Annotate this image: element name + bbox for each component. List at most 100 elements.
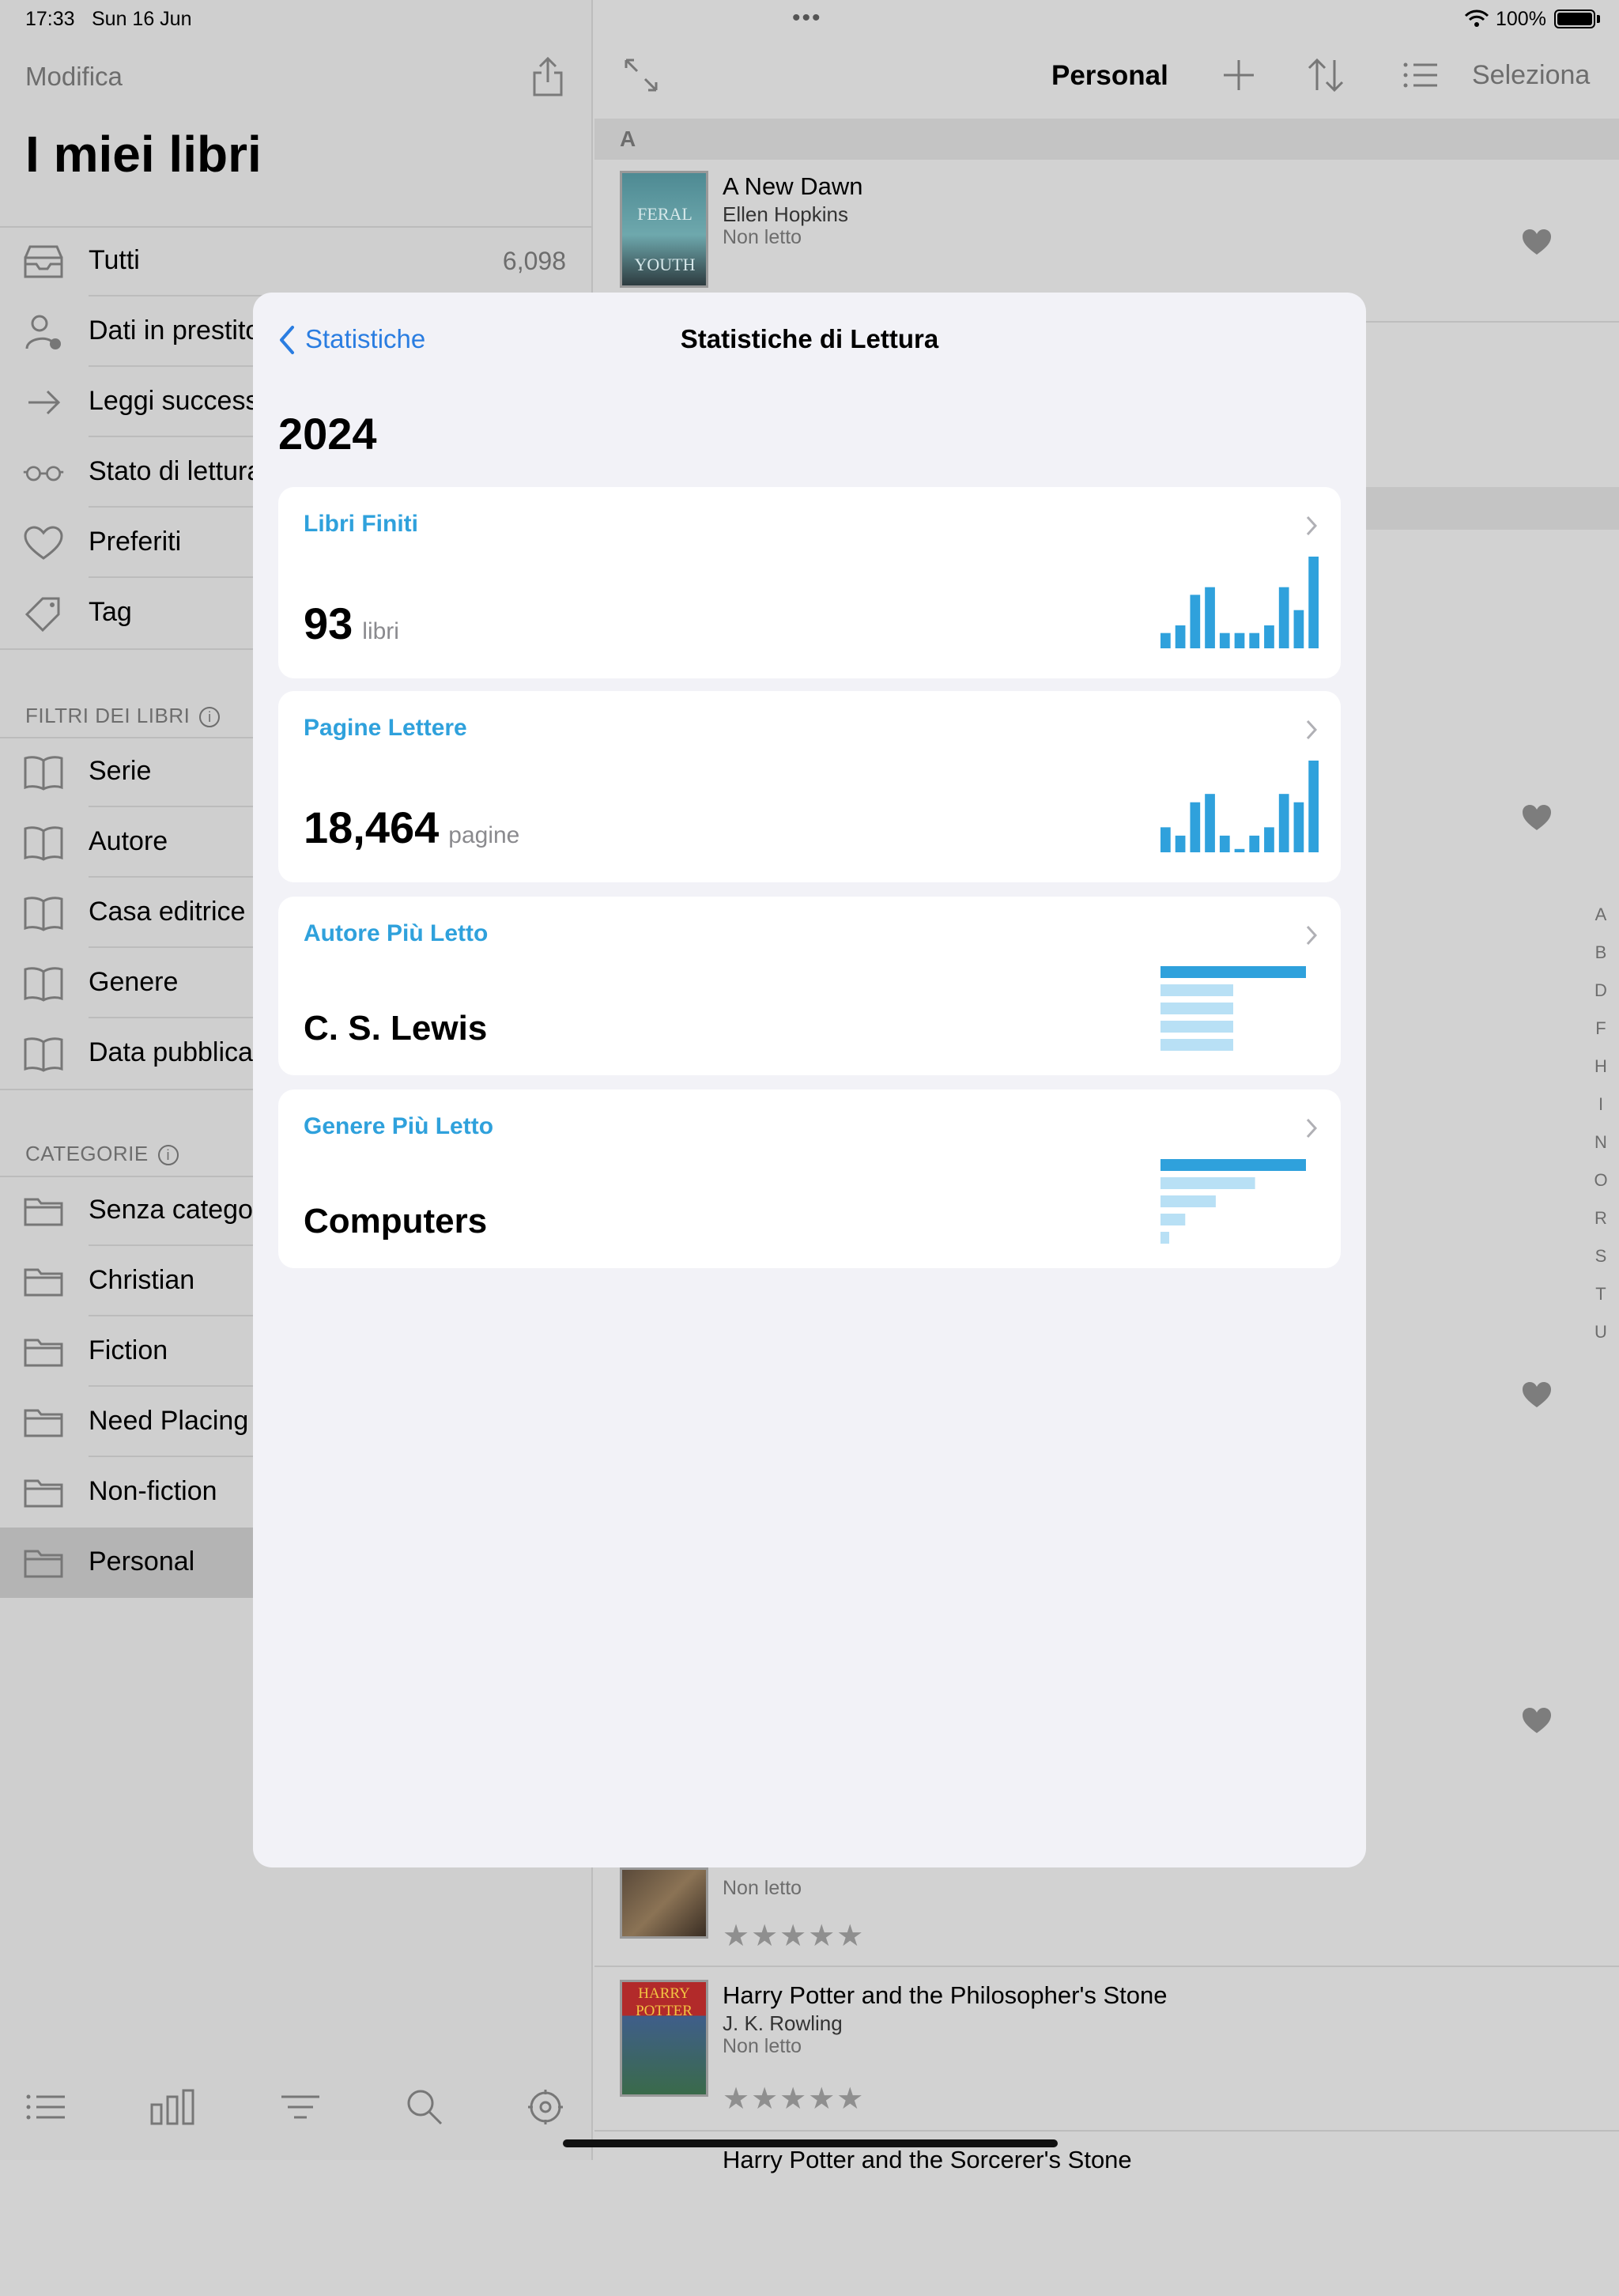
author-chart <box>1160 966 1306 1051</box>
sidebar-item-label: Casa editrice <box>89 897 246 927</box>
stat-card-autore[interactable]: Autore Più Letto C. S. Lewis <box>278 897 1341 1075</box>
card-value: Computers <box>304 1202 488 1241</box>
stat-card-pagine-lette[interactable]: Pagine Lettere 18,464 pagine <box>278 691 1341 882</box>
chart-bar <box>1160 827 1171 852</box>
settings-icon[interactable] <box>522 2086 569 2128</box>
chart-bar <box>1190 802 1201 852</box>
book-icon <box>24 826 63 861</box>
book-icon <box>24 756 63 791</box>
heart-icon[interactable] <box>1521 228 1553 256</box>
heart-icon <box>24 526 63 560</box>
card-title: Libri Finiti <box>304 511 418 537</box>
chart-bar <box>1160 1177 1255 1189</box>
genre-chart <box>1160 1159 1306 1244</box>
status-date: Sun 16 Jun <box>92 8 192 30</box>
pages-read-chart <box>1160 761 1319 852</box>
heart-icon[interactable] <box>1521 1706 1553 1735</box>
heart-icon[interactable] <box>1521 1380 1553 1409</box>
folder-icon <box>24 1198 63 1226</box>
chart-bar <box>1264 827 1274 852</box>
chart-bar <box>1234 848 1245 852</box>
rating-stars[interactable]: ★★★★★ <box>723 2081 865 2117</box>
book-status: Non letto <box>723 226 802 248</box>
book-cover: FERAL YOUTH <box>620 171 708 288</box>
card-value: 93 libri <box>304 599 399 648</box>
stat-card-genere[interactable]: Genere Più Letto Computers <box>278 1089 1341 1268</box>
book-author: Ellen Hopkins <box>723 202 848 226</box>
heart-icon[interactable] <box>1521 803 1553 832</box>
section-header: A <box>594 119 1619 160</box>
card-title: Autore Più Letto <box>304 920 489 946</box>
book-cover <box>620 1867 708 1939</box>
sidebar-item-label: Christian <box>89 1265 195 1295</box>
share-icon[interactable] <box>530 55 566 98</box>
chevron-right-icon <box>1306 515 1318 536</box>
select-button[interactable]: Seleziona <box>1472 60 1590 91</box>
sidebar-item-label: Non-fiction <box>89 1476 217 1506</box>
section-header-filtri: FILTRI DEI LIBRI i <box>25 704 221 728</box>
info-icon[interactable]: i <box>157 1145 179 1166</box>
list-item[interactable]: HARRY POTTER Harry Potter and the Philos… <box>594 1969 1619 2132</box>
chart-bar <box>1308 557 1319 648</box>
search-icon[interactable] <box>402 2086 449 2128</box>
chart-bar <box>1264 625 1274 648</box>
info-icon[interactable]: i <box>199 707 221 728</box>
chevron-right-icon <box>1306 925 1318 946</box>
list-item[interactable]: Harry Potter and the Sorcerer's Stone <box>594 2133 1619 2296</box>
book-title: Harry Potter and the Philosopher's Stone <box>723 1981 1168 2009</box>
chart-bar <box>1219 835 1230 852</box>
list-style-icon[interactable] <box>1401 55 1440 95</box>
sidebar-item-tutti[interactable]: Tutti 6,098 <box>0 226 593 296</box>
add-icon[interactable] <box>1219 55 1259 95</box>
wifi-icon <box>1464 9 1489 27</box>
chart-bar <box>1293 610 1304 648</box>
chart-bar <box>1160 1159 1306 1171</box>
expand-icon[interactable] <box>621 55 661 95</box>
chart-bar <box>1190 595 1201 648</box>
sidebar-item-label: Serie <box>89 756 152 786</box>
sort-icon[interactable] <box>1306 55 1345 95</box>
sidebar-item-label: Dati in prestito <box>89 315 261 346</box>
status-time: 17:33 <box>25 8 75 30</box>
chart-bar <box>1160 1232 1170 1244</box>
stat-card-libri-finiti[interactable]: Libri Finiti 93 libri <box>278 487 1341 678</box>
edit-button[interactable]: Modifica <box>25 62 123 92</box>
rating-stars[interactable]: ★★★★★ <box>723 1918 865 1954</box>
chart-bar <box>1205 587 1215 648</box>
sidebar-item-label: Personal <box>89 1546 195 1577</box>
chart-bar <box>1219 633 1230 648</box>
book-icon <box>24 967 63 1002</box>
sidebar-item-label: Preferiti <box>89 527 182 557</box>
card-title: Genere Più Letto <box>304 1113 494 1139</box>
sidebar-item-label: Genere <box>89 967 179 997</box>
section-header-categorie: CATEGORIE i <box>25 1142 179 1166</box>
book-icon <box>24 1037 63 1072</box>
book-status: Non letto <box>723 2035 802 2057</box>
sidebar-item-label: Autore <box>89 826 168 856</box>
book-status: Non letto <box>723 1877 802 1899</box>
chart-bar <box>1175 835 1186 852</box>
home-indicator[interactable] <box>563 2139 1058 2147</box>
tab-bar <box>0 2071 593 2160</box>
modal-title: Statistiche di Lettura <box>680 324 939 353</box>
list-icon[interactable] <box>22 2086 70 2128</box>
folder-icon <box>24 1339 63 1367</box>
arrow-right-icon <box>28 390 61 415</box>
count-badge: 6,098 <box>502 247 566 275</box>
nav-title: Personal <box>1051 60 1168 91</box>
book-title: A New Dawn <box>723 172 863 200</box>
chart-bar <box>1160 1039 1233 1051</box>
chart-bar <box>1249 835 1260 852</box>
multitasking-dots[interactable]: ••• <box>792 5 822 32</box>
tag-icon <box>25 597 60 632</box>
card-title: Pagine Lettere <box>304 715 467 741</box>
book-icon <box>24 897 63 931</box>
person-clock-icon <box>25 315 61 349</box>
chevron-right-icon <box>1306 1118 1318 1139</box>
folder-icon <box>24 1268 63 1297</box>
tray-icon <box>24 245 63 278</box>
chart-icon[interactable] <box>149 2086 196 2128</box>
battery-percent: 100% <box>1496 8 1546 30</box>
chart-bar <box>1205 794 1215 852</box>
filter-icon[interactable] <box>277 2086 324 2128</box>
